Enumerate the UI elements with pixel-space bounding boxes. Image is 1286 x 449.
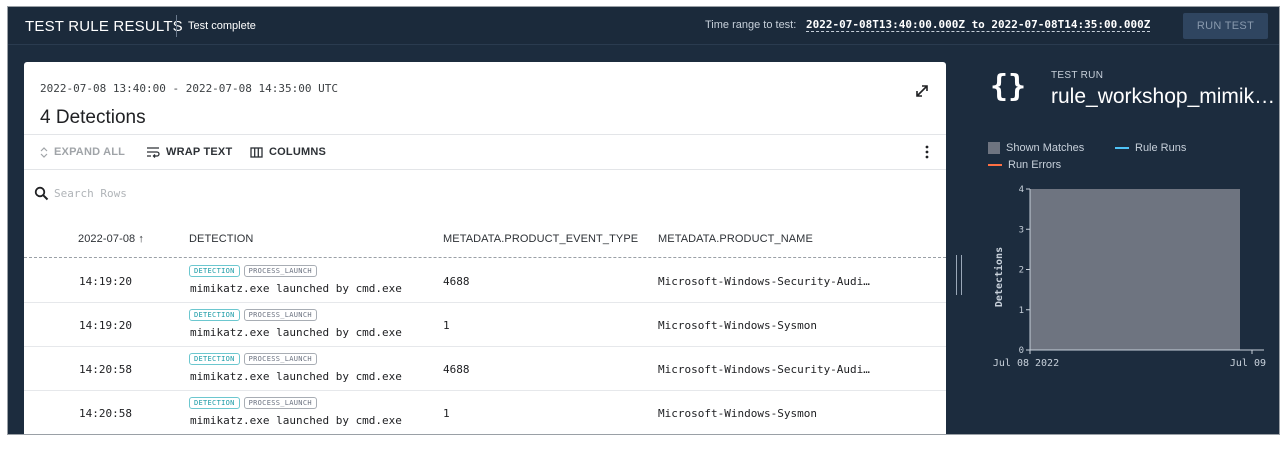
legend-swatch <box>988 142 1000 154</box>
process-launch-chip: PROCESS_LAUNCH <box>243 397 317 409</box>
test-run-label: TEST RUN <box>1051 70 1104 81</box>
detection-chips: DETECTION PROCESS_LAUNCH <box>189 265 317 277</box>
run-test-button[interactable]: RUN TEST <box>1183 13 1268 39</box>
test-rule-results-panel: TEST RULE RESULTS Test complete Time ran… <box>7 6 1280 435</box>
table-row[interactable]: 14:20:58 DETECTION PROCESS_LAUNCH mimika… <box>24 391 946 434</box>
cell-detection: mimikatz.exe launched by cmd.exe <box>190 414 402 427</box>
more-vertical-icon[interactable] <box>922 143 932 161</box>
cell-product-name: Microsoft-Windows-Security-Audi… <box>658 363 870 376</box>
wrap-text-label: WRAP TEXT <box>166 146 233 158</box>
legend-item-rule-runs[interactable]: Rule Runs <box>1115 142 1186 154</box>
table-row[interactable]: 14:20:58 DETECTION PROCESS_LAUNCH mimika… <box>24 347 946 391</box>
cell-product-name: Microsoft-Windows-Sysmon <box>658 319 817 332</box>
cell-time: 14:20:58 <box>79 407 132 420</box>
column-header-product-name[interactable]: METADATA.PRODUCT_NAME <box>658 233 813 245</box>
legend-item-shown-matches[interactable]: Shown Matches <box>988 142 1084 154</box>
columns-label: COLUMNS <box>269 146 327 158</box>
top-bar: TEST RULE RESULTS Test complete Time ran… <box>8 7 1279 45</box>
columns-button[interactable]: COLUMNS <box>250 146 326 158</box>
table-header: 2022-07-08 ↑ DETECTION METADATA.PRODUCT_… <box>24 218 946 258</box>
cell-time: 14:20:58 <box>79 363 132 376</box>
legend-item-run-errors[interactable]: Run Errors <box>988 159 1061 171</box>
cell-detection: mimikatz.exe launched by cmd.exe <box>190 370 402 383</box>
test-run-name: rule_workshop_mimik… <box>1051 85 1276 108</box>
column-header-time[interactable]: 2022-07-08 ↑ <box>78 233 144 245</box>
expand-icon[interactable] <box>913 82 931 100</box>
legend-swatch <box>988 164 1002 166</box>
time-range-selector[interactable]: 2022-07-08T13:40:00.000Z to 2022-07-08T1… <box>806 18 1151 32</box>
status-text: Test complete <box>188 20 256 32</box>
y-tick-label: 0 <box>1019 346 1024 356</box>
columns-icon <box>250 146 263 158</box>
x-tick-label: Jul 08 2022 <box>993 358 1059 369</box>
column-header-product-event-type[interactable]: METADATA.PRODUCT_EVENT_TYPE <box>443 233 638 245</box>
cell-product-name: Microsoft-Windows-Security-Audi… <box>658 275 870 288</box>
legend-label: Run Errors <box>1008 159 1062 171</box>
cell-time: 14:19:20 <box>79 275 132 288</box>
table-row[interactable]: 14:19:20 DETECTION PROCESS_LAUNCH mimika… <box>24 303 946 347</box>
wrap-text-icon <box>147 147 160 158</box>
cell-product-event-type: 4688 <box>443 363 470 376</box>
curly-braces-icon: {} <box>990 69 1027 104</box>
panel-title: TEST RULE RESULTS <box>25 18 183 35</box>
search-icon <box>34 186 49 201</box>
process-launch-chip: PROCESS_LAUNCH <box>243 353 317 365</box>
expand-all-label: EXPAND ALL <box>54 146 126 158</box>
detection-chip: DETECTION <box>189 397 240 409</box>
time-range-label: Time range to test: <box>705 19 797 31</box>
legend-swatch <box>1115 147 1129 149</box>
search-rows-input[interactable] <box>54 187 354 200</box>
detection-chip: DETECTION <box>189 353 240 365</box>
y-axis-label: Detections <box>993 247 1005 307</box>
legend-label: Rule Runs <box>1135 142 1187 154</box>
y-tick-label: 3 <box>1019 225 1024 235</box>
bar-shown-matches[interactable] <box>1030 189 1240 350</box>
detection-chips: DETECTION PROCESS_LAUNCH <box>189 353 317 365</box>
expand-all-button[interactable]: EXPAND ALL <box>40 146 125 158</box>
process-launch-chip: PROCESS_LAUNCH <box>243 309 317 321</box>
expand-collapse-icon <box>40 146 48 158</box>
results-card: 2022-07-08 13:40:00 - 2022-07-08 14:35:0… <box>24 62 946 434</box>
detections-chart: 0 1 2 3 4 Jul 08 2022 Jul 09 Detections <box>993 185 1266 369</box>
wrap-text-button[interactable]: WRAP TEXT <box>146 146 232 158</box>
y-tick-label: 4 <box>1019 185 1024 195</box>
cell-product-event-type: 1 <box>443 407 450 420</box>
cell-detection: mimikatz.exe launched by cmd.exe <box>190 282 402 295</box>
panel-resize-handle[interactable] <box>956 255 962 295</box>
detections-count-title: 4 Detections <box>40 107 146 128</box>
detection-chips: DETECTION PROCESS_LAUNCH <box>189 397 317 409</box>
detection-chips: DETECTION PROCESS_LAUNCH <box>189 309 317 321</box>
cell-detection: mimikatz.exe launched by cmd.exe <box>190 326 402 339</box>
results-range-text: 2022-07-08 13:40:00 - 2022-07-08 14:35:0… <box>40 82 339 95</box>
x-tick-label: Jul 09 <box>1230 358 1266 369</box>
cell-product-name: Microsoft-Windows-Sysmon <box>658 407 817 420</box>
detection-chip: DETECTION <box>189 309 240 321</box>
title-divider <box>176 15 177 37</box>
cell-time: 14:19:20 <box>79 319 132 332</box>
legend-label: Shown Matches <box>1006 142 1085 154</box>
process-launch-chip: PROCESS_LAUNCH <box>243 265 317 277</box>
table-row[interactable]: 14:19:20 DETECTION PROCESS_LAUNCH mimika… <box>24 259 946 303</box>
column-header-detection[interactable]: DETECTION <box>189 233 253 245</box>
y-tick-label: 2 <box>1019 266 1024 276</box>
cell-product-event-type: 1 <box>443 319 450 332</box>
cell-product-event-type: 4688 <box>443 275 470 288</box>
detection-chip: DETECTION <box>189 265 240 277</box>
search-row <box>24 170 946 218</box>
y-tick-label: 1 <box>1019 306 1024 316</box>
results-toolbar: EXPAND ALL WRAP TEXT COLUMNS <box>24 135 946 169</box>
